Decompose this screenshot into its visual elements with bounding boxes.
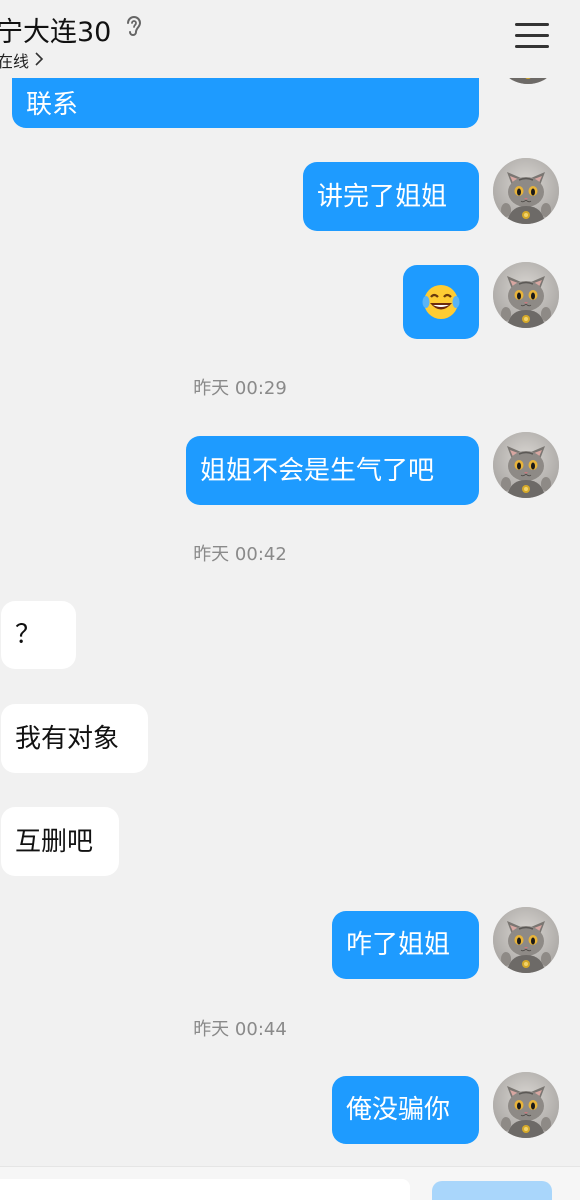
ear-icon[interactable] <box>124 14 144 38</box>
input-bar <box>0 1166 580 1200</box>
message-input[interactable] <box>0 1179 410 1200</box>
message-bubble-outgoing[interactable]: 俺没骗你 <box>332 1076 479 1144</box>
chat-header: 宁大连30 在线 <box>0 0 580 78</box>
contact-name[interactable]: 宁大连30 <box>0 10 111 49</box>
tears-of-joy-emoji <box>422 285 460 319</box>
send-button[interactable] <box>432 1181 552 1200</box>
message-bubble-outgoing[interactable]: 咋了姐姐 <box>332 911 479 979</box>
message-bubble-outgoing[interactable] <box>403 265 479 339</box>
timestamp: 昨天 00:29 <box>193 378 287 399</box>
timestamp: 昨天 00:42 <box>193 544 287 565</box>
avatar[interactable] <box>493 907 559 973</box>
message-bubble-incoming[interactable]: ？ <box>1 601 76 669</box>
avatar[interactable] <box>493 432 559 498</box>
message-bubble-incoming[interactable]: 互删吧 <box>1 807 119 876</box>
online-status[interactable]: 在线 <box>0 48 29 72</box>
message-bubble-incoming[interactable]: 我有对象 <box>1 704 148 773</box>
avatar[interactable] <box>493 262 559 328</box>
avatar[interactable] <box>493 1072 559 1138</box>
message-bubble-outgoing[interactable]: 讲完了姐姐 <box>303 162 479 231</box>
timestamp: 昨天 00:44 <box>193 1019 287 1040</box>
chevron-right-icon[interactable] <box>34 52 44 66</box>
message-bubble-outgoing[interactable]: 姐姐不会是生气了吧 <box>186 436 479 505</box>
avatar[interactable] <box>493 158 559 224</box>
menu-icon[interactable] <box>515 23 549 49</box>
